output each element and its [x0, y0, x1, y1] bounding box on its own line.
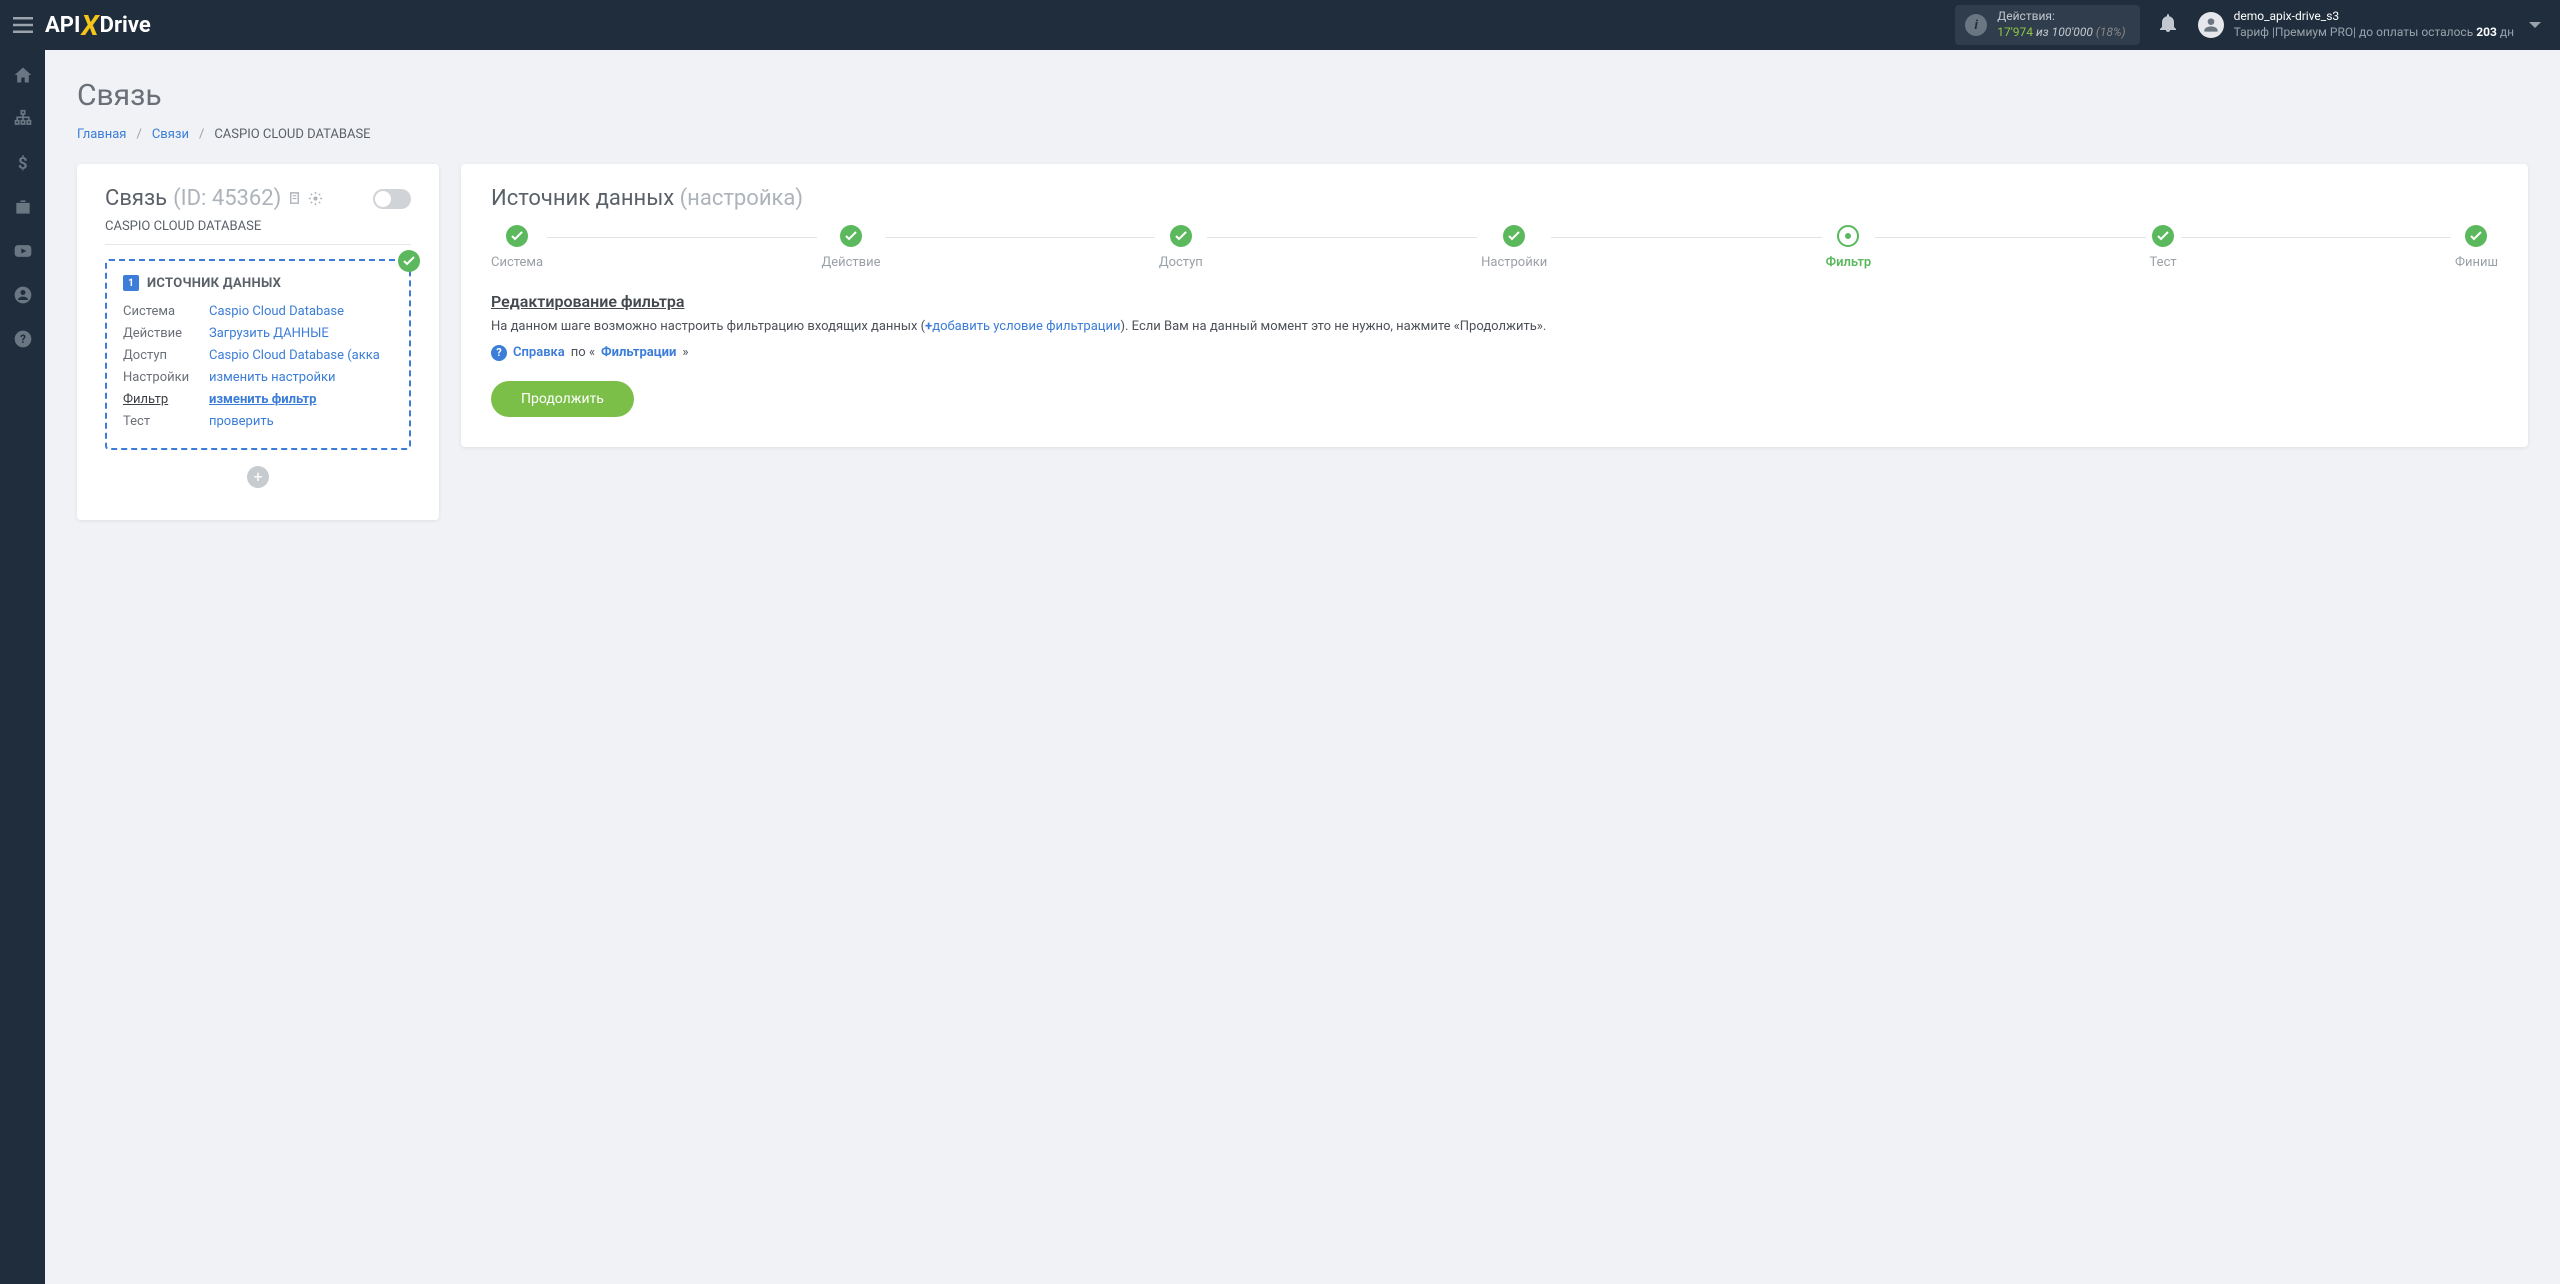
copy-icon[interactable]	[287, 191, 302, 206]
logo-x: X	[81, 9, 98, 42]
step-label: Финиш	[2455, 255, 2498, 270]
section-description: На данном шаге возможно настроить фильтр…	[491, 317, 2498, 337]
sidebar: $ ?	[0, 50, 45, 1284]
step-тест[interactable]: Тест	[2150, 225, 2177, 270]
youtube-icon[interactable]	[12, 240, 34, 262]
logo-text-post: Drive	[100, 13, 151, 38]
stepper: Система Действие Доступ Настройки Фильтр Тест…	[491, 225, 2498, 270]
user-tariff: Тариф |Премиум PRO| до оплаты осталось 2…	[2234, 25, 2514, 41]
actions-label: Действия:	[1997, 9, 2125, 25]
check-icon	[840, 225, 862, 247]
home-icon[interactable]	[12, 64, 34, 86]
check-icon	[1170, 225, 1192, 247]
row-value-link[interactable]: Caspio Cloud Database (акка	[209, 345, 380, 367]
row-label: Настройки	[123, 367, 209, 389]
actions-limit: 100'000	[2052, 25, 2093, 39]
connection-card: Связь (ID: 45362) CASPIO CLOUD DATABASE …	[77, 164, 439, 520]
source-title: ИСТОЧНИК ДАННЫХ	[147, 276, 281, 291]
settings-card: Источник данных (настройка) Система Дейст…	[461, 164, 2528, 447]
step-система[interactable]: Система	[491, 225, 543, 270]
source-block: 1 ИСТОЧНИК ДАННЫХ СистемаCaspio Cloud Da…	[105, 259, 411, 450]
user-menu[interactable]: demo_apix-drive_s3 Тариф |Премиум PRO| д…	[2198, 9, 2542, 40]
step-label: Настройки	[1481, 255, 1547, 270]
avatar-icon	[2198, 12, 2224, 38]
settings-title: Источник данных (настройка)	[491, 186, 2498, 211]
hamburger-button[interactable]	[0, 0, 45, 50]
step-label: Система	[491, 255, 543, 270]
check-icon	[398, 250, 420, 272]
row-label: Доступ	[123, 345, 209, 367]
check-icon	[1503, 225, 1525, 247]
info-icon: i	[1965, 14, 1987, 36]
breadcrumb-links[interactable]: Связи	[152, 127, 189, 142]
step-label: Действие	[821, 255, 880, 270]
source-row: СистемаCaspio Cloud Database	[123, 301, 393, 323]
user-icon[interactable]	[12, 284, 34, 306]
row-value-link[interactable]: Caspio Cloud Database	[209, 301, 344, 323]
actions-counter[interactable]: i Действия: 17'974 из 100'000 (18%)	[1955, 5, 2139, 44]
check-icon	[506, 225, 528, 247]
step-финиш[interactable]: Финиш	[2455, 225, 2498, 270]
source-badge: 1	[123, 275, 139, 291]
step-действие[interactable]: Действие	[821, 225, 880, 270]
help-badge-icon: ?	[491, 345, 507, 361]
help-link[interactable]: Справка	[513, 345, 565, 360]
add-block-button[interactable]: +	[247, 466, 269, 488]
notifications-icon[interactable]	[2160, 14, 2176, 36]
help-row: ? Справка по «Фильтрации»	[491, 345, 2498, 361]
source-row: Тестпроверить	[123, 411, 393, 433]
row-label: Действие	[123, 323, 209, 345]
row-value-link[interactable]: изменить фильтр	[209, 389, 316, 411]
breadcrumb-home[interactable]: Главная	[77, 127, 126, 142]
row-value-link[interactable]: Загрузить ДАННЫЕ	[209, 323, 329, 345]
source-row: ДоступCaspio Cloud Database (акка	[123, 345, 393, 367]
step-доступ[interactable]: Доступ	[1159, 225, 1203, 270]
check-icon	[2152, 225, 2174, 247]
gear-icon[interactable]	[308, 191, 323, 206]
add-filter-link[interactable]: +добавить условие фильтрации	[925, 319, 1120, 334]
briefcase-icon[interactable]	[12, 196, 34, 218]
row-label: Тест	[123, 411, 209, 433]
row-label: Фильтр	[123, 389, 209, 411]
topbar: APIXDrive i Действия: 17'974 из 100'000 …	[0, 0, 2560, 50]
breadcrumb-current: CASPIO CLOUD DATABASE	[214, 127, 370, 142]
page-title: Связь	[77, 78, 2528, 113]
main-content: Связь Главная / Связи / CASPIO CLOUD DAT…	[45, 50, 2560, 1284]
step-настройки[interactable]: Настройки	[1481, 225, 1547, 270]
user-name: demo_apix-drive_s3	[2234, 9, 2514, 25]
conn-name: CASPIO CLOUD DATABASE	[105, 219, 411, 245]
step-current-icon	[1837, 225, 1859, 247]
svg-text:$: $	[18, 155, 28, 173]
row-value-link[interactable]: проверить	[209, 411, 274, 433]
row-label: Система	[123, 301, 209, 323]
actions-pct: (18%)	[2096, 25, 2126, 39]
breadcrumb: Главная / Связи / CASPIO CLOUD DATABASE	[77, 127, 2528, 142]
conn-id: (ID: 45362)	[173, 186, 281, 211]
actions-of: из	[2036, 25, 2049, 39]
continue-button[interactable]: Продолжить	[491, 381, 634, 417]
check-icon	[2465, 225, 2487, 247]
help-icon[interactable]: ?	[12, 328, 34, 350]
section-heading: Редактирование фильтра	[491, 292, 2498, 311]
sitemap-icon[interactable]	[12, 108, 34, 130]
step-label: Фильтр	[1826, 255, 1872, 270]
svg-text:?: ?	[20, 332, 26, 346]
chevron-down-icon	[2528, 16, 2542, 35]
step-label: Доступ	[1159, 255, 1203, 270]
step-фильтр[interactable]: Фильтр	[1826, 225, 1872, 270]
step-label: Тест	[2150, 255, 2177, 270]
source-row: ДействиеЗагрузить ДАННЫЕ	[123, 323, 393, 345]
row-value-link[interactable]: изменить настройки	[209, 367, 336, 389]
brand-logo[interactable]: APIXDrive	[45, 9, 151, 42]
source-row: Настройкиизменить настройки	[123, 367, 393, 389]
dollar-icon[interactable]: $	[12, 152, 34, 174]
enable-toggle[interactable]	[373, 189, 411, 209]
source-row: Фильтризменить фильтр	[123, 389, 393, 411]
help-topic-link[interactable]: Фильтрации	[601, 345, 676, 360]
logo-text-pre: API	[45, 13, 80, 38]
actions-used: 17'974	[1997, 25, 2033, 39]
conn-title: Связь	[105, 186, 167, 211]
